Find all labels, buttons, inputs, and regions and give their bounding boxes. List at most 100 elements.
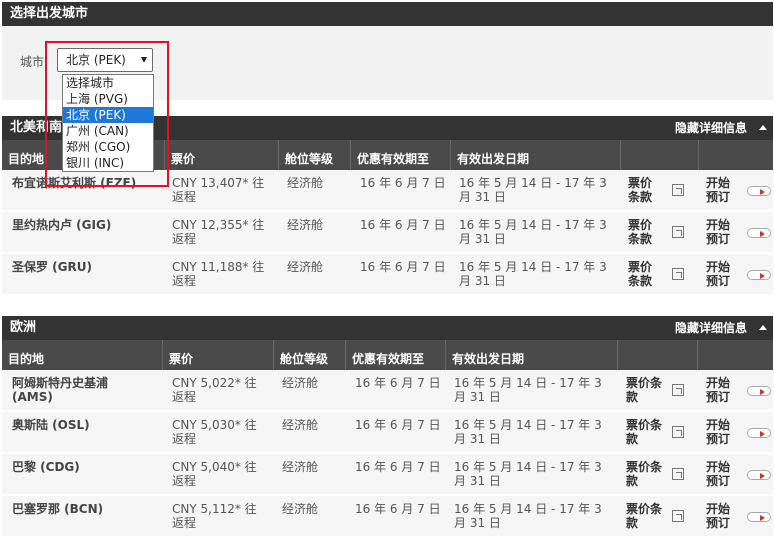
- fare-terms-link[interactable]: 票价条款: [626, 502, 670, 530]
- row-cabin: 经济舱: [287, 176, 324, 190]
- table-header: 目的地 票价 舱位等级 优惠有效期至 有效出发日期: [2, 340, 773, 370]
- row-fare: CNY 5,112* 往返程: [172, 502, 257, 530]
- row-cabin: 经济舱: [282, 460, 319, 474]
- arrow-right-icon[interactable]: [747, 512, 771, 522]
- fare-terms-link[interactable]: 票价条款: [626, 460, 670, 488]
- external-link-icon[interactable]: [672, 226, 684, 238]
- fare-terms-link[interactable]: 票价条款: [626, 376, 670, 404]
- city-option[interactable]: 上海 (PVG): [63, 91, 153, 107]
- external-link-icon[interactable]: [672, 268, 684, 280]
- table-row: 巴黎 (CDG) CNY 5,040* 往返程 经济舱 16 年 6 月 7 日…: [2, 454, 773, 496]
- table-row: 巴塞罗那 (BCN) CNY 5,112* 往返程 经济舱 16 年 6 月 7…: [2, 496, 773, 538]
- city-option-selected[interactable]: 北京 (PEK): [63, 107, 153, 123]
- city-option[interactable]: 选择城市: [63, 75, 153, 91]
- table-row: 布宜诺斯艾利斯 (EZE) CNY 13,407* 往返程 经济舱 16 年 6…: [2, 170, 773, 212]
- row-travel-dates: 16 年 5 月 14 日 - 17 年 3 月 31 日: [459, 176, 607, 204]
- row-destination: 圣保罗 (GRU): [12, 260, 92, 274]
- header-fare: 票价: [162, 340, 273, 370]
- row-fare: CNY 5,030* 往返程: [172, 418, 257, 446]
- header-travel-dates: 有效出发日期: [445, 340, 617, 370]
- book-now-link[interactable]: 开始预订: [706, 260, 736, 288]
- row-cabin: 经济舱: [287, 218, 324, 232]
- city-option[interactable]: 郑州 (CGO): [63, 139, 153, 155]
- city-label: 城市: [20, 55, 45, 69]
- row-cabin: 经济舱: [282, 418, 319, 432]
- book-now-link[interactable]: 开始预订: [706, 418, 736, 446]
- book-now-link[interactable]: 开始预订: [706, 460, 736, 488]
- book-now-link[interactable]: 开始预订: [706, 176, 736, 204]
- row-fare: CNY 11,188* 往返程: [172, 260, 265, 288]
- row-valid-until: 16 年 6 月 7 日: [355, 376, 441, 390]
- row-fare: CNY 13,407* 往返程: [172, 176, 265, 204]
- city-option[interactable]: 广州 (CAN): [63, 123, 153, 139]
- hide-details-toggle[interactable]: 隐藏详细信息: [675, 316, 747, 340]
- book-now-link[interactable]: 开始预订: [706, 376, 736, 404]
- row-destination: 巴塞罗那 (BCN): [12, 502, 104, 516]
- city-select-value: 北京 (PEK): [66, 53, 126, 67]
- city-option[interactable]: 银川 (INC): [63, 155, 153, 171]
- row-cabin: 经济舱: [282, 376, 319, 390]
- row-destination: 阿姆斯特丹史基浦 (AMS): [12, 376, 109, 404]
- table-row: 奥斯陆 (OSL) CNY 5,030* 往返程 经济舱 16 年 6 月 7 …: [2, 412, 773, 454]
- row-fare: CNY 5,040* 往返程: [172, 460, 257, 488]
- arrow-right-icon[interactable]: [747, 270, 771, 280]
- external-link-icon[interactable]: [672, 468, 684, 480]
- row-valid-until: 16 年 6 月 7 日: [355, 460, 441, 474]
- arrow-right-icon[interactable]: [747, 228, 771, 238]
- city-section-header: 选择出发城市: [2, 2, 773, 26]
- external-link-icon[interactable]: [672, 184, 684, 196]
- row-destination: 巴黎 (CDG): [12, 460, 80, 474]
- city-dropdown: 选择城市 上海 (PVG) 北京 (PEK) 广州 (CAN) 郑州 (CGO)…: [62, 74, 154, 172]
- header-travel-dates: 有效出发日期: [450, 140, 620, 170]
- row-fare: CNY 5,022* 往返程: [172, 376, 257, 404]
- row-fare: CNY 12,355* 往返程: [172, 218, 265, 246]
- caret-up-icon[interactable]: [759, 125, 767, 130]
- arrow-right-icon[interactable]: [747, 186, 771, 196]
- header-blank: [617, 340, 697, 370]
- fare-terms-link[interactable]: 票价条款: [628, 176, 658, 204]
- header-fare: 票价: [164, 140, 278, 170]
- book-now-link[interactable]: 开始预订: [706, 218, 736, 246]
- header-blank: [697, 340, 773, 370]
- arrow-right-icon[interactable]: [747, 428, 771, 438]
- row-valid-until: 16 年 6 月 7 日: [355, 418, 441, 432]
- caret-up-icon[interactable]: [759, 325, 767, 330]
- fare-terms-link[interactable]: 票价条款: [628, 260, 658, 288]
- header-blank: [620, 140, 698, 170]
- row-travel-dates: 16 年 5 月 14 日 - 17 年 3 月 31 日: [454, 376, 602, 404]
- arrow-right-icon[interactable]: [747, 386, 771, 396]
- table-row: 圣保罗 (GRU) CNY 11,188* 往返程 经济舱 16 年 6 月 7…: [2, 254, 773, 296]
- external-link-icon[interactable]: [672, 384, 684, 396]
- header-destination: 目的地: [8, 352, 45, 366]
- region-bar-europe: 欧洲 隐藏详细信息: [2, 316, 773, 340]
- row-valid-until: 16 年 6 月 7 日: [360, 218, 446, 232]
- region-title: 北美和南: [10, 120, 63, 135]
- chevron-down-icon: [141, 57, 147, 63]
- external-link-icon[interactable]: [672, 510, 684, 522]
- row-travel-dates: 16 年 5 月 14 日 - 17 年 3 月 31 日: [454, 418, 602, 446]
- row-travel-dates: 16 年 5 月 14 日 - 17 年 3 月 31 日: [454, 502, 602, 530]
- header-valid-until: 优惠有效期至: [345, 340, 445, 370]
- row-valid-until: 16 年 6 月 7 日: [355, 502, 441, 516]
- row-valid-until: 16 年 6 月 7 日: [360, 176, 446, 190]
- row-travel-dates: 16 年 5 月 14 日 - 17 年 3 月 31 日: [459, 260, 607, 288]
- row-cabin: 经济舱: [282, 502, 319, 516]
- header-cabin: 舱位等级: [273, 340, 345, 370]
- arrow-right-icon[interactable]: [747, 470, 771, 480]
- fare-terms-link[interactable]: 票价条款: [626, 418, 670, 446]
- row-travel-dates: 16 年 5 月 14 日 - 17 年 3 月 31 日: [459, 218, 607, 246]
- table-row: 阿姆斯特丹史基浦 (AMS) CNY 5,022* 往返程 经济舱 16 年 6…: [2, 370, 773, 412]
- row-destination: 奥斯陆 (OSL): [12, 418, 90, 432]
- external-link-icon[interactable]: [672, 426, 684, 438]
- header-cabin: 舱位等级: [278, 140, 350, 170]
- row-valid-until: 16 年 6 月 7 日: [360, 260, 446, 274]
- header-blank: [698, 140, 773, 170]
- city-section-title: 选择出发城市: [10, 6, 89, 21]
- row-travel-dates: 16 年 5 月 14 日 - 17 年 3 月 31 日: [454, 460, 602, 488]
- fare-terms-link[interactable]: 票价条款: [628, 218, 658, 246]
- row-destination: 里约热内卢 (GIG): [12, 218, 112, 232]
- hide-details-toggle[interactable]: 隐藏详细信息: [675, 116, 747, 140]
- city-select[interactable]: 北京 (PEK): [57, 48, 153, 72]
- header-valid-until: 优惠有效期至: [350, 140, 450, 170]
- book-now-link[interactable]: 开始预订: [706, 502, 736, 530]
